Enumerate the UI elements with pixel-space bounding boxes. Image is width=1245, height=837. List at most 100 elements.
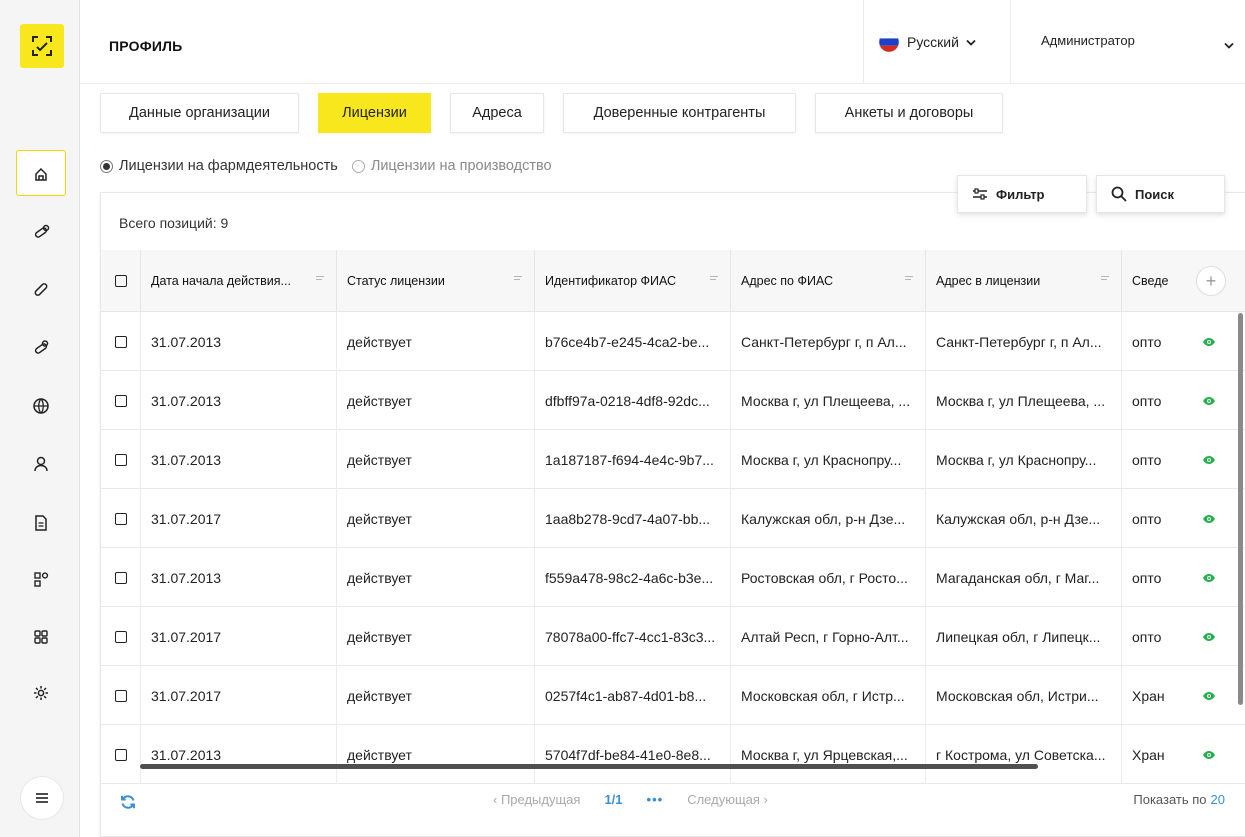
row-select-cell xyxy=(101,607,141,666)
table-row[interactable]: 31.07.2017 действует 78078a00-ffc7-4cc1-83… xyxy=(101,607,1245,666)
row-checkbox[interactable] xyxy=(115,748,127,761)
cell-details: Хран xyxy=(1132,687,1165,704)
table-row[interactable]: 31.07.2017 действует 1aa8b278-9cd7-4a07-bb… xyxy=(101,489,1245,548)
row-checkbox[interactable] xyxy=(115,571,127,584)
cell-license-address: Московская обл, Истри... xyxy=(926,666,1122,725)
page-size-selector[interactable]: Показать по 20 xyxy=(1133,792,1225,807)
select-all-checkbox[interactable] xyxy=(115,275,127,287)
document-icon xyxy=(35,515,47,531)
plus-icon: + xyxy=(1205,270,1217,291)
language-label: Русский xyxy=(907,34,959,50)
horizontal-scrollbar[interactable] xyxy=(140,764,1038,769)
cell-status: действует xyxy=(337,430,535,489)
row-checkbox[interactable] xyxy=(115,512,127,525)
column-menu-icon[interactable] xyxy=(1101,276,1109,282)
filter-button[interactable]: Фильтр xyxy=(957,175,1087,213)
radio-pharma-licenses[interactable]: Лицензии на фармдеятельность xyxy=(100,158,338,174)
table-row[interactable]: 31.07.2013 действует f559a478-98c2-4a6c-b3… xyxy=(101,548,1245,607)
language-selector[interactable]: Русский xyxy=(863,0,1011,84)
chevron-down-icon xyxy=(1224,42,1234,49)
column-title: Статус лицензии xyxy=(347,274,445,288)
table-row[interactable]: 31.07.2017 действует 0257f4c1-ab87-4d01-b8… xyxy=(101,666,1245,725)
radio-label: Лицензии на фармдеятельность xyxy=(119,158,338,174)
sidebar-item-grid[interactable] xyxy=(16,614,66,660)
column-header-start-date[interactable]: Дата начала действия... xyxy=(141,250,337,312)
view-details-button[interactable] xyxy=(1202,548,1216,607)
sidebar-item-document[interactable] xyxy=(16,500,66,546)
cell-status: действует xyxy=(337,548,535,607)
column-header-fias-id[interactable]: Идентификатор ФИАС xyxy=(535,250,731,312)
column-menu-icon[interactable] xyxy=(710,276,718,282)
row-checkbox[interactable] xyxy=(115,453,127,466)
column-menu-icon[interactable] xyxy=(514,276,522,282)
view-details-button[interactable] xyxy=(1202,371,1216,430)
row-checkbox[interactable] xyxy=(115,335,127,348)
column-header-details[interactable]: Сведе xyxy=(1122,250,1182,312)
view-details-button[interactable] xyxy=(1202,666,1216,725)
view-details-button[interactable] xyxy=(1202,607,1216,666)
next-page-button[interactable]: Следующая › xyxy=(687,792,768,807)
tab-questionnaires-contracts[interactable]: Анкеты и договоры xyxy=(815,93,1003,133)
sidebar-item-modules[interactable] xyxy=(16,556,66,602)
sidebar-item-pills-alt[interactable] xyxy=(16,325,66,371)
cell-start-date: 31.07.2017 xyxy=(141,489,337,548)
radio-label: Лицензии на производство xyxy=(370,158,552,174)
sidebar-item-user[interactable] xyxy=(16,441,66,487)
column-header-fias-address[interactable]: Адрес по ФИАС xyxy=(731,250,926,312)
row-checkbox[interactable] xyxy=(115,689,127,702)
cell-start-date: 31.07.2017 xyxy=(141,607,337,666)
cell-status: действует xyxy=(337,371,535,430)
sidebar-item-capsule[interactable] xyxy=(16,266,66,312)
cell-details: опто xyxy=(1132,451,1162,468)
add-column-button[interactable]: + xyxy=(1196,266,1226,296)
user-menu[interactable]: Администратор xyxy=(1041,0,1245,84)
view-details-button[interactable] xyxy=(1202,430,1216,489)
row-checkbox[interactable] xyxy=(115,394,127,407)
refresh-icon xyxy=(121,795,135,809)
row-checkbox[interactable] xyxy=(115,630,127,643)
cell-fias-address: Москва г, ул Краснопру... xyxy=(731,430,926,489)
license-type-radios: Лицензии на фармдеятельность Лицензии на… xyxy=(100,157,566,175)
table-footer: ‹ Предыдущая 1/1 ••• Следующая › Показат… xyxy=(100,776,1245,826)
logo[interactable] xyxy=(20,24,64,68)
tab-trusted-counterparties[interactable]: Доверенные контрагенты xyxy=(563,93,796,133)
search-label: Поиск xyxy=(1135,186,1175,202)
view-details-button[interactable] xyxy=(1202,312,1216,371)
search-button[interactable]: Поиск xyxy=(1096,175,1225,213)
sidebar-item-home[interactable] xyxy=(16,150,66,196)
prev-page-button[interactable]: ‹ Предыдущая xyxy=(493,792,580,807)
app-root: ПРОФИЛЬ Русский Администратор Данные орг… xyxy=(0,0,1245,837)
table-row[interactable]: 31.07.2013 действует 1a187187-f694-4e4c-9b… xyxy=(101,430,1245,489)
capsule-icon xyxy=(34,283,48,296)
view-details-button[interactable] xyxy=(1202,489,1216,548)
column-header-status[interactable]: Статус лицензии xyxy=(337,250,535,312)
page-title: ПРОФИЛЬ xyxy=(109,38,183,54)
sidebar-item-settings[interactable] xyxy=(16,670,66,716)
tab-licenses[interactable]: Лицензии xyxy=(318,93,431,133)
row-select-cell xyxy=(101,371,141,430)
tab-organization-data[interactable]: Данные организации xyxy=(100,93,299,133)
cell-status: действует xyxy=(337,607,535,666)
sidebar-item-globe[interactable] xyxy=(16,383,66,429)
sidebar-item-pills[interactable] xyxy=(16,209,66,255)
tab-label: Доверенные контрагенты xyxy=(593,105,766,121)
column-menu-icon[interactable] xyxy=(905,276,913,282)
column-title: Адрес в лицензии xyxy=(936,274,1041,288)
column-header-license-address[interactable]: Адрес в лицензии xyxy=(926,250,1122,312)
cell-start-date: 31.07.2013 xyxy=(141,371,337,430)
tab-addresses[interactable]: Адреса xyxy=(450,93,544,133)
cell-license-address: Москва г, ул Плещеева, ... xyxy=(926,371,1122,430)
radio-indicator xyxy=(100,159,113,173)
radio-production-licenses[interactable]: Лицензии на производство xyxy=(351,158,552,174)
vertical-scrollbar[interactable] xyxy=(1238,313,1243,705)
table-row[interactable]: 31.07.2013 действует b76ce4b7-e245-4ca2-be… xyxy=(101,312,1245,371)
eye-icon xyxy=(1203,455,1215,464)
column-menu-icon[interactable] xyxy=(316,276,324,282)
table-row[interactable]: 31.07.2013 действует dfbff97a-0218-4df8-92… xyxy=(101,371,1245,430)
page-size-value[interactable]: 20 xyxy=(1211,792,1225,807)
cell-fias-id: 1a187187-f694-4e4c-9b7... xyxy=(535,430,731,489)
more-pages-button[interactable]: ••• xyxy=(647,792,664,807)
menu-toggle-button[interactable] xyxy=(20,776,64,820)
refresh-button[interactable] xyxy=(120,794,136,813)
column-title: Дата начала действия... xyxy=(151,274,291,288)
